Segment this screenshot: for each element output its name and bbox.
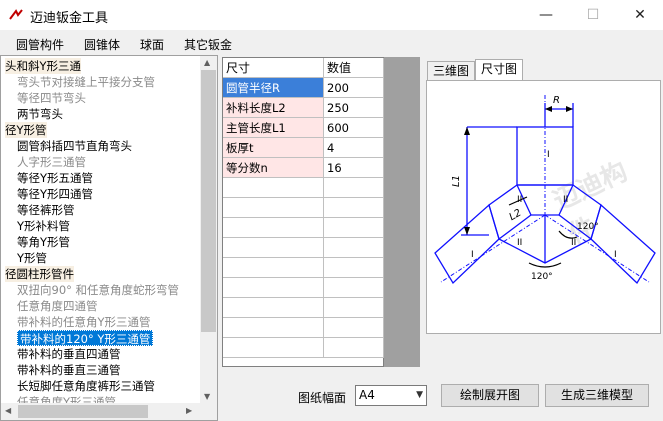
tree-group-item[interactable]: 径圆柱形管件 (5, 266, 74, 282)
tree-item[interactable]: 双扭向90° 和任意角度蛇形弯管 (17, 282, 179, 298)
part-label-i-left: I (471, 250, 474, 260)
tree-item[interactable]: 带补料的120° Y形三通管 (17, 330, 154, 346)
generate-3d-model-button[interactable]: 生成三维模型 (545, 384, 649, 407)
menu-bar: 圆管构件 圆锥体 球面 其它钣金 (0, 32, 663, 54)
close-button[interactable]: ✕ (617, 0, 663, 30)
params-grid-area: 尺寸 数值 圆管半径R 200 补料长度L2 250 主管长度L1 600 板厚t 4 等分数n… (222, 57, 420, 367)
window-title: 迈迪钣金工具 (30, 11, 109, 26)
empty-grid-cell (223, 278, 324, 298)
tree-item[interactable]: 任意角度四通管 (17, 298, 98, 314)
angle-label-right: 120° (577, 222, 599, 232)
y-pipe-diagram: R L1 L2 I I I II II II II 120° 120° (434, 95, 656, 285)
tree-item[interactable]: 圆管斜插四节直角弯头 (17, 138, 132, 154)
draw-unfolding-button[interactable]: 绘制展开图 (441, 384, 539, 407)
title-bar: 迈迪钣金工具 — ☐ ✕ (0, 0, 663, 30)
angle-label-bottom: 120° (531, 272, 553, 282)
empty-grid-cell (223, 178, 324, 198)
part-label-i-top: I (547, 150, 550, 160)
param-name-cell[interactable]: 圆管半径R (223, 78, 324, 98)
tree-item[interactable]: 带补料的任意角Y形三通管 (17, 314, 151, 330)
tree-hscroll-thumb[interactable] (18, 405, 148, 418)
tab-3d-view[interactable]: 三维图 (427, 61, 475, 81)
empty-grid-cell (324, 258, 384, 278)
empty-grid-cell (324, 278, 384, 298)
paper-size-value: A4 (359, 388, 375, 402)
empty-grid-cell (223, 318, 324, 338)
app-logo-icon (9, 9, 23, 20)
part-label-ii-bottom-left: II (517, 238, 522, 248)
menu-sphere[interactable]: 球面 (140, 36, 164, 53)
grid-header-name: 尺寸 (223, 58, 324, 78)
paper-size-select[interactable]: A4 ▼ (355, 385, 427, 406)
tree-item[interactable]: 等径Y形四通管 (17, 186, 93, 202)
tree-item[interactable]: 带补料的垂直三通管 (17, 362, 121, 378)
tree-group-item[interactable]: 头和斜Y形三通 (5, 58, 82, 74)
tree-item[interactable]: 两节弯头 (17, 106, 63, 122)
empty-grid-cell (223, 238, 324, 258)
tree-item[interactable]: 长短脚任意角度裤形三通管 (17, 378, 155, 394)
param-name-cell[interactable]: 主管长度L1 (223, 118, 324, 138)
maximize-button[interactable]: ☐ (570, 0, 616, 30)
empty-grid-cell (324, 298, 384, 318)
paper-size-label: 图纸幅面 (298, 391, 347, 405)
component-tree[interactable]: 头和斜Y形三通 弯头节对接缝上平接分支管 等径四节弯头 两节弯头 径Y形管 圆管斜插四节直… (0, 55, 218, 421)
tree-scroll-thumb[interactable] (201, 70, 216, 332)
empty-grid-cell (223, 198, 324, 218)
tree-vertical-scrollbar[interactable]: ▲ ▼ (200, 56, 217, 405)
tree-item[interactable]: 弯头节对接缝上平接分支管 (17, 74, 155, 90)
grid-header-value: 数值 (324, 58, 384, 78)
scroll-left-icon[interactable]: ◀ (5, 406, 11, 415)
menu-round-pipe[interactable]: 圆管构件 (16, 36, 64, 53)
param-value-cell[interactable]: 4 (324, 138, 384, 158)
dim-label-l1: L1 (451, 175, 462, 187)
tree-item[interactable]: 人字形三通管 (17, 154, 86, 170)
empty-grid-cell (223, 298, 324, 318)
empty-grid-cell (324, 198, 384, 218)
tree-item[interactable]: 等径四节弯头 (17, 90, 86, 106)
dim-label-r: R (553, 95, 560, 106)
empty-grid-cell (324, 318, 384, 338)
tree-item[interactable]: 等角Y形管 (17, 234, 70, 250)
tree-item[interactable]: 等径Y形五通管 (17, 170, 93, 186)
scroll-up-icon[interactable]: ▲ (204, 58, 210, 67)
tree-group-item[interactable]: 径Y形管 (5, 122, 47, 138)
minimize-button[interactable]: — (523, 0, 569, 30)
empty-grid-cell (223, 218, 324, 238)
app-window: 迈迪钣金工具 — ☐ ✕ 圆管构件 圆锥体 球面 其它钣金 头和斜Y形三通 弯头节… (0, 0, 663, 421)
empty-grid-cell (324, 338, 384, 358)
param-value-cell[interactable]: 600 (324, 118, 384, 138)
chevron-down-icon: ▼ (416, 390, 423, 400)
param-value-cell[interactable]: 200 (324, 78, 384, 98)
menu-cone[interactable]: 圆锥体 (84, 36, 120, 53)
empty-grid-cell (324, 238, 384, 258)
empty-grid-cell (324, 178, 384, 198)
dim-label-l2: L2 (508, 208, 524, 223)
params-grid[interactable]: 尺寸 数值 圆管半径R 200 补料长度L2 250 主管长度L1 600 板厚t 4 等分数n… (222, 57, 384, 367)
tree-horizontal-scrollbar[interactable]: ◀ ▶ (1, 403, 217, 420)
param-name-cell[interactable]: 补料长度L2 (223, 98, 324, 118)
tree-item[interactable]: Y形管 (17, 250, 47, 266)
view-tabs: 三维图 尺寸图 (427, 59, 661, 82)
dimension-drawing-panel: 迈迪构件 R L1 L2 I I I II II II II 120° 120° (426, 80, 661, 334)
tree-item[interactable]: Y形补料管 (17, 218, 70, 234)
tree-item[interactable]: 带补料的垂直四通管 (17, 346, 121, 362)
empty-grid-cell (223, 258, 324, 278)
param-value-cell[interactable]: 16 (324, 158, 384, 178)
empty-grid-cell (324, 218, 384, 238)
part-label-i-right: I (614, 250, 617, 260)
param-name-cell[interactable]: 等分数n (223, 158, 324, 178)
scroll-right-icon[interactable]: ▶ (186, 406, 192, 415)
menu-other-sheet-metal[interactable]: 其它钣金 (184, 36, 232, 53)
param-name-cell[interactable]: 板厚t (223, 138, 324, 158)
tab-dimension-view[interactable]: 尺寸图 (475, 59, 523, 82)
tree-item[interactable]: 等径裤形管 (17, 202, 75, 218)
param-value-cell[interactable]: 250 (324, 98, 384, 118)
empty-grid-cell (223, 338, 324, 358)
part-label-ii-right: II (563, 195, 568, 205)
part-label-ii-left: II (517, 195, 522, 205)
part-label-ii-bottom-right: II (571, 238, 576, 248)
scroll-down-icon[interactable]: ▼ (204, 392, 210, 401)
